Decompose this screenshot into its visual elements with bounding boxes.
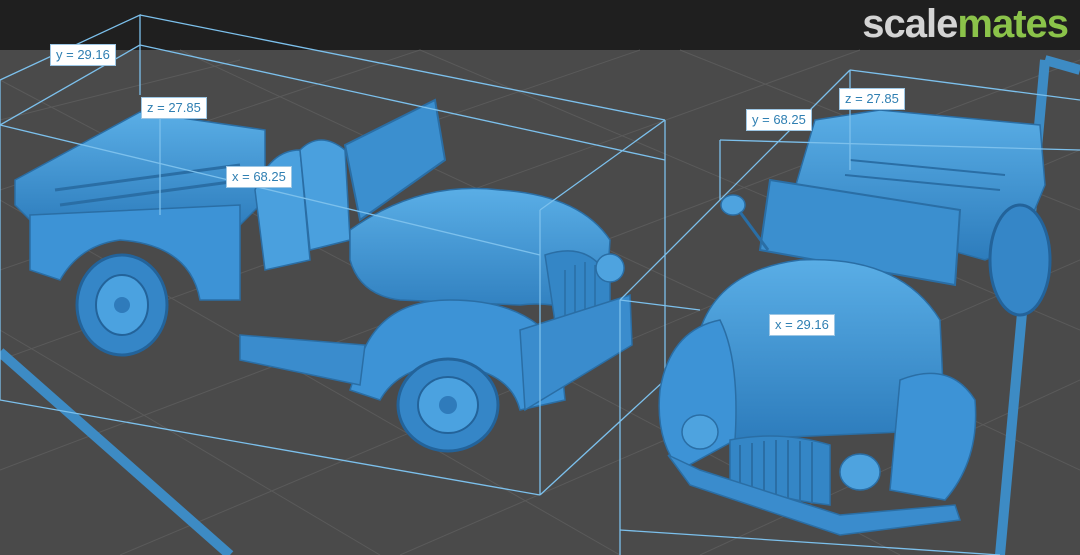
right-truck-headlight-left: [681, 414, 719, 450]
left-truck-front-wheel: [396, 357, 500, 453]
right-x-dimension-label: x = 29.16: [769, 314, 835, 336]
left-x-dimension-label: x = 68.25: [226, 166, 292, 188]
left-truck-running-board: [239, 334, 366, 386]
right-z-dimension-label: z = 27.85: [839, 88, 905, 110]
right-truck-headlight-right: [839, 453, 881, 491]
right-y-dimension-label: y = 68.25: [746, 109, 812, 131]
left-y-dimension-label: y = 29.16: [50, 44, 116, 66]
scalemates-watermark-logo: scalemates: [862, 2, 1069, 46]
right-truck-right-fender: [889, 372, 977, 501]
right-truck-rear-wheel: [988, 203, 1052, 317]
left-truck-rear-wheel: [75, 253, 169, 357]
3d-viewport[interactable]: [0, 0, 1080, 555]
left-z-dimension-label: z = 27.85: [141, 97, 207, 119]
right-truck-model[interactable]: [658, 109, 1052, 536]
